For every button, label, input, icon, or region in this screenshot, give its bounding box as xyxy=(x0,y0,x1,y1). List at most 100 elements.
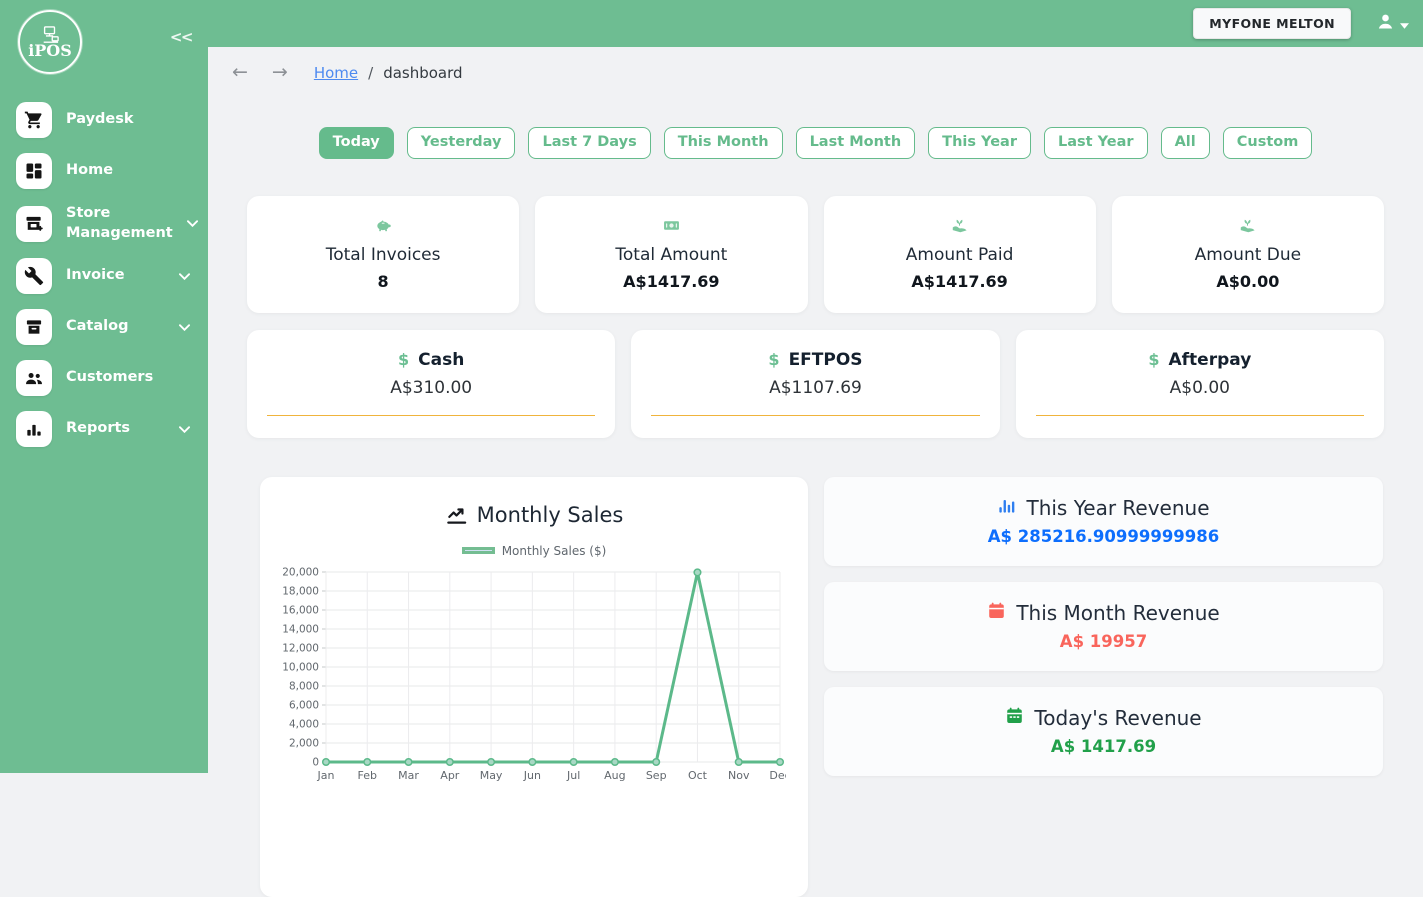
underline-divider xyxy=(1036,415,1364,416)
filter-this-month-button[interactable]: This Month xyxy=(664,127,783,159)
bar-chart-icon xyxy=(16,411,52,447)
piggy-bank-icon xyxy=(375,217,392,238)
afterpay-card: $ Afterpay A$0.00 xyxy=(1016,330,1384,438)
rev-title-row: This Month Revenue xyxy=(987,601,1219,625)
stat-value: A$1417.69 xyxy=(911,272,1007,291)
sidebar-item-label: Home xyxy=(66,161,196,181)
svg-text:Jul: Jul xyxy=(566,769,580,782)
sidebar-collapse-button[interactable]: << xyxy=(170,28,192,46)
sidebar-nav: Paydesk Home Store Management Invoice xyxy=(0,88,208,451)
rev-value: A$ 1417.69 xyxy=(1051,737,1156,756)
logo-text: iPOS xyxy=(28,43,72,59)
date-filter-group: Today Yesterday Last 7 Days This Month L… xyxy=(208,127,1423,159)
filter-custom-button[interactable]: Custom xyxy=(1223,127,1313,159)
chart-plot-area: 02,0004,0006,0008,00010,00012,00014,0001… xyxy=(278,564,790,798)
pay-title: $ Afterpay xyxy=(1148,350,1251,370)
filter-this-year-button[interactable]: This Year xyxy=(928,127,1031,159)
pay-method-name: Cash xyxy=(418,350,464,370)
sidebar-item-label: Paydesk xyxy=(66,110,196,130)
svg-text:2,000: 2,000 xyxy=(289,737,319,749)
revenue-column: This Year Revenue A$ 285216.90999999986 … xyxy=(824,477,1383,897)
filter-all-button[interactable]: All xyxy=(1161,127,1210,159)
sidebar-item-home[interactable]: Home xyxy=(14,149,198,193)
filter-today-button[interactable]: Today xyxy=(319,127,394,159)
stat-title: Amount Due xyxy=(1195,245,1302,265)
todays-revenue-card: Today's Revenue A$ 1417.69 xyxy=(824,687,1383,776)
amount-due-card: Amount Due A$0.00 xyxy=(1112,196,1384,313)
eftpos-card: $ EFTPOS A$1107.69 xyxy=(631,330,999,438)
underline-divider xyxy=(267,415,595,416)
calendar-days-icon xyxy=(1005,706,1024,730)
svg-text:Aug: Aug xyxy=(604,769,625,782)
stats-row: Total Invoices 8 Total Amount A$1417.69 … xyxy=(208,196,1423,313)
pay-method-name: Afterpay xyxy=(1169,350,1252,370)
calendar-icon xyxy=(987,601,1006,625)
pay-value: A$0.00 xyxy=(1170,378,1230,398)
total-invoices-card: Total Invoices 8 xyxy=(247,196,519,313)
rev-title-row: Today's Revenue xyxy=(1005,706,1201,730)
svg-text:18,000: 18,000 xyxy=(282,585,319,597)
chevron-down-icon xyxy=(179,324,190,331)
this-year-revenue-card: This Year Revenue A$ 285216.90999999986 xyxy=(824,477,1383,566)
archive-box-icon xyxy=(16,309,52,345)
logo-wrap: iPOS << xyxy=(0,0,208,88)
filter-last-year-button[interactable]: Last Year xyxy=(1044,127,1148,159)
store-selector-button[interactable]: MYFONE MELTON xyxy=(1193,8,1351,39)
rev-title: This Year Revenue xyxy=(1026,496,1209,520)
app-logo[interactable]: iPOS xyxy=(18,10,82,74)
svg-text:0: 0 xyxy=(312,756,319,768)
svg-text:Dec: Dec xyxy=(769,769,786,782)
svg-text:8,000: 8,000 xyxy=(289,680,319,692)
amount-paid-card: Amount Paid A$1417.69 xyxy=(824,196,1096,313)
sidebar-item-label: Store Management xyxy=(66,204,173,243)
user-menu-button[interactable] xyxy=(1375,11,1409,36)
svg-text:12,000: 12,000 xyxy=(282,642,319,654)
monthly-sales-card: Monthly Sales Monthly Sales ($) 02,0004,… xyxy=(260,477,808,897)
svg-text:Jun: Jun xyxy=(523,769,541,782)
sidebar-item-store-management[interactable]: Store Management xyxy=(14,200,198,247)
chevron-down-icon xyxy=(179,426,190,433)
sidebar-item-paydesk[interactable]: Paydesk xyxy=(14,98,198,142)
topbar-right: MYFONE MELTON xyxy=(1193,0,1409,47)
legend-label: Monthly Sales ($) xyxy=(502,544,607,558)
money-bill-icon xyxy=(663,217,680,238)
filter-last-month-button[interactable]: Last Month xyxy=(796,127,916,159)
filter-last-7-days-button[interactable]: Last 7 Days xyxy=(528,127,650,159)
monthly-sales-chart: 02,0004,0006,0008,00010,00012,00014,0001… xyxy=(278,564,786,794)
forward-arrow-button[interactable]: → xyxy=(272,63,288,82)
sidebar: iPOS << Paydesk Home Store Management xyxy=(0,0,208,773)
bar-chart-icon xyxy=(997,496,1016,520)
stat-value: A$1417.69 xyxy=(623,272,719,291)
sidebar-item-invoice[interactable]: Invoice xyxy=(14,254,198,298)
hand-holding-seedling-icon xyxy=(951,217,968,238)
sidebar-item-customers[interactable]: Customers xyxy=(14,356,198,400)
rev-title: Today's Revenue xyxy=(1034,706,1201,730)
stat-value: 8 xyxy=(378,272,389,291)
rev-title: This Month Revenue xyxy=(1016,601,1219,625)
svg-text:Jan: Jan xyxy=(317,769,335,782)
svg-text:Apr: Apr xyxy=(440,769,460,782)
cash-card: $ Cash A$310.00 xyxy=(247,330,615,438)
stat-value: A$0.00 xyxy=(1216,272,1279,291)
svg-text:4,000: 4,000 xyxy=(289,718,319,730)
stat-title: Total Amount xyxy=(615,245,727,265)
sidebar-item-label: Reports xyxy=(66,419,165,439)
total-amount-card: Total Amount A$1417.69 xyxy=(535,196,807,313)
back-arrow-button[interactable]: ← xyxy=(232,63,248,82)
legend-swatch xyxy=(462,547,495,554)
sidebar-item-catalog[interactable]: Catalog xyxy=(14,305,198,349)
chart-legend: Monthly Sales ($) xyxy=(278,544,790,558)
pay-method-name: EFTPOS xyxy=(789,350,863,370)
main-content: ← → Home / dashboard Today Yesterday Las… xyxy=(208,47,1423,773)
filter-yesterday-button[interactable]: Yesterday xyxy=(407,127,516,159)
caret-down-icon xyxy=(1400,14,1409,33)
breadcrumb-home-link[interactable]: Home xyxy=(314,64,358,82)
dollar-icon: $ xyxy=(1148,350,1159,369)
breadcrumb-current: dashboard xyxy=(383,64,462,82)
svg-text:20,000: 20,000 xyxy=(282,566,319,578)
sidebar-item-reports[interactable]: Reports xyxy=(14,407,198,451)
topbar: MYFONE MELTON xyxy=(0,0,1423,47)
this-month-revenue-card: This Month Revenue A$ 19957 xyxy=(824,582,1383,671)
store-plus-icon xyxy=(16,206,52,242)
sidebar-item-label: Invoice xyxy=(66,266,165,286)
